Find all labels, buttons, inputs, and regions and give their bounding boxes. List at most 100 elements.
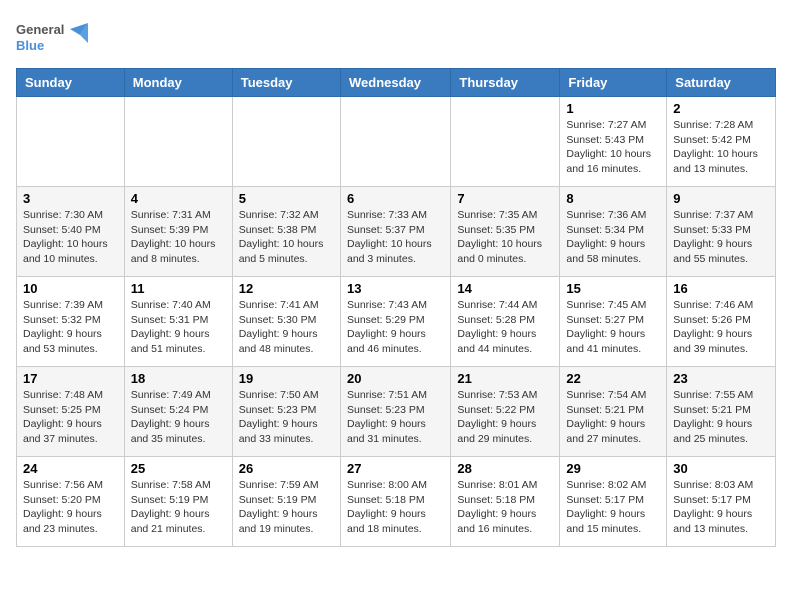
calendar-header-row: SundayMondayTuesdayWednesdayThursdayFrid… <box>17 69 776 97</box>
day-info: Sunrise: 7:51 AMSunset: 5:23 PMDaylight:… <box>347 388 444 447</box>
calendar-cell: 15Sunrise: 7:45 AMSunset: 5:27 PMDayligh… <box>560 277 667 367</box>
day-info: Sunrise: 7:28 AMSunset: 5:42 PMDaylight:… <box>673 118 769 177</box>
calendar-cell: 20 Sunrise: 7:51 AMSunset: 5:23 PMDayligh… <box>340 367 450 457</box>
logo-svg: General Blue <box>16 16 66 56</box>
day-number: 24 <box>23 461 118 476</box>
svg-text:General: General <box>16 22 64 37</box>
day-number: 3 <box>23 191 118 206</box>
calendar-cell: 12Sunrise: 7:41 AMSunset: 5:30 PMDayligh… <box>232 277 340 367</box>
day-number: 9 <box>673 191 769 206</box>
calendar-cell: 23 Sunrise: 7:55 AMSunset: 5:21 PMDayligh… <box>667 367 776 457</box>
day-number: 29 <box>566 461 660 476</box>
day-number: 23 <box>673 371 769 386</box>
day-number: 8 <box>566 191 660 206</box>
day-info: Sunrise: 7:56 AMSunset: 5:20 PMDaylight:… <box>23 478 118 537</box>
calendar-cell: 4 Sunrise: 7:31 AMSunset: 5:39 PMDaylight… <box>124 187 232 277</box>
day-info: Sunrise: 7:50 AMSunset: 5:23 PMDaylight:… <box>239 388 334 447</box>
day-info: Sunrise: 7:39 AMSunset: 5:32 PMDaylight:… <box>23 298 118 357</box>
calendar-header-sunday: Sunday <box>17 69 125 97</box>
day-number: 1 <box>566 101 660 116</box>
calendar-cell: 24 Sunrise: 7:56 AMSunset: 5:20 PMDayligh… <box>17 457 125 547</box>
day-number: 30 <box>673 461 769 476</box>
day-number: 17 <box>23 371 118 386</box>
day-info: Sunrise: 7:41 AMSunset: 5:30 PMDaylight:… <box>239 298 334 357</box>
day-number: 19 <box>239 371 334 386</box>
calendar-cell: 6 Sunrise: 7:33 AMSunset: 5:37 PMDaylight… <box>340 187 450 277</box>
calendar-cell: 17 Sunrise: 7:48 AMSunset: 5:25 PMDayligh… <box>17 367 125 457</box>
day-number: 5 <box>239 191 334 206</box>
day-info: Sunrise: 7:46 AMSunset: 5:26 PMDaylight:… <box>673 298 769 357</box>
calendar-week-row: 17 Sunrise: 7:48 AMSunset: 5:25 PMDayligh… <box>17 367 776 457</box>
day-number: 28 <box>457 461 553 476</box>
day-info: Sunrise: 7:48 AMSunset: 5:25 PMDaylight:… <box>23 388 118 447</box>
day-info: Sunrise: 7:43 AMSunset: 5:29 PMDaylight:… <box>347 298 444 357</box>
day-info: Sunrise: 7:44 AMSunset: 5:28 PMDaylight:… <box>457 298 553 357</box>
calendar-cell: 2 Sunrise: 7:28 AMSunset: 5:42 PMDaylight… <box>667 97 776 187</box>
day-number: 16 <box>673 281 769 296</box>
day-number: 4 <box>131 191 226 206</box>
day-info: Sunrise: 7:58 AMSunset: 5:19 PMDaylight:… <box>131 478 226 537</box>
calendar-header-thursday: Thursday <box>451 69 560 97</box>
day-number: 13 <box>347 281 444 296</box>
calendar-cell <box>232 97 340 187</box>
calendar-cell: 26Sunrise: 7:59 AMSunset: 5:19 PMDayligh… <box>232 457 340 547</box>
day-number: 2 <box>673 101 769 116</box>
calendar-cell: 9 Sunrise: 7:37 AMSunset: 5:33 PMDaylight… <box>667 187 776 277</box>
day-info: Sunrise: 8:03 AMSunset: 5:17 PMDaylight:… <box>673 478 769 537</box>
day-info: Sunrise: 7:30 AMSunset: 5:40 PMDaylight:… <box>23 208 118 267</box>
calendar-cell: 22 Sunrise: 7:54 AMSunset: 5:21 PMDayligh… <box>560 367 667 457</box>
day-info: Sunrise: 7:53 AMSunset: 5:22 PMDaylight:… <box>457 388 553 447</box>
calendar-cell: 29 Sunrise: 8:02 AMSunset: 5:17 PMDayligh… <box>560 457 667 547</box>
calendar-cell: 19 Sunrise: 7:50 AMSunset: 5:23 PMDayligh… <box>232 367 340 457</box>
calendar-cell: 8 Sunrise: 7:36 AMSunset: 5:34 PMDaylight… <box>560 187 667 277</box>
day-info: Sunrise: 7:35 AMSunset: 5:35 PMDaylight:… <box>457 208 553 267</box>
day-info: Sunrise: 7:40 AMSunset: 5:31 PMDaylight:… <box>131 298 226 357</box>
day-number: 15 <box>566 281 660 296</box>
day-info: Sunrise: 7:33 AMSunset: 5:37 PMDaylight:… <box>347 208 444 267</box>
day-info: Sunrise: 7:31 AMSunset: 5:39 PMDaylight:… <box>131 208 226 267</box>
calendar-cell: 7Sunrise: 7:35 AMSunset: 5:35 PMDaylight… <box>451 187 560 277</box>
day-number: 20 <box>347 371 444 386</box>
calendar-week-row: 3 Sunrise: 7:30 AMSunset: 5:40 PMDaylight… <box>17 187 776 277</box>
calendar-cell <box>17 97 125 187</box>
calendar-cell: 11 Sunrise: 7:40 AMSunset: 5:31 PMDayligh… <box>124 277 232 367</box>
calendar-cell <box>340 97 450 187</box>
day-info: Sunrise: 7:27 AMSunset: 5:43 PMDaylight:… <box>566 118 660 177</box>
day-number: 27 <box>347 461 444 476</box>
day-info: Sunrise: 7:55 AMSunset: 5:21 PMDaylight:… <box>673 388 769 447</box>
calendar-cell <box>451 97 560 187</box>
calendar-cell: 18 Sunrise: 7:49 AMSunset: 5:24 PMDayligh… <box>124 367 232 457</box>
calendar-week-row: 24 Sunrise: 7:56 AMSunset: 5:20 PMDayligh… <box>17 457 776 547</box>
calendar-header-wednesday: Wednesday <box>340 69 450 97</box>
day-info: Sunrise: 8:02 AMSunset: 5:17 PMDaylight:… <box>566 478 660 537</box>
day-info: Sunrise: 8:01 AMSunset: 5:18 PMDaylight:… <box>457 478 553 537</box>
day-number: 10 <box>23 281 118 296</box>
calendar-cell: 28 Sunrise: 8:01 AMSunset: 5:18 PMDayligh… <box>451 457 560 547</box>
svg-text:Blue: Blue <box>16 38 44 53</box>
day-info: Sunrise: 8:00 AMSunset: 5:18 PMDaylight:… <box>347 478 444 537</box>
calendar-cell: 21Sunrise: 7:53 AMSunset: 5:22 PMDayligh… <box>451 367 560 457</box>
calendar-cell: 27 Sunrise: 8:00 AMSunset: 5:18 PMDayligh… <box>340 457 450 547</box>
calendar-cell: 14 Sunrise: 7:44 AMSunset: 5:28 PMDayligh… <box>451 277 560 367</box>
day-info: Sunrise: 7:54 AMSunset: 5:21 PMDaylight:… <box>566 388 660 447</box>
day-number: 14 <box>457 281 553 296</box>
calendar-cell: 16 Sunrise: 7:46 AMSunset: 5:26 PMDayligh… <box>667 277 776 367</box>
day-number: 6 <box>347 191 444 206</box>
logo: General Blue <box>16 16 90 56</box>
day-number: 22 <box>566 371 660 386</box>
day-info: Sunrise: 7:49 AMSunset: 5:24 PMDaylight:… <box>131 388 226 447</box>
day-number: 11 <box>131 281 226 296</box>
calendar-cell: 1 Sunrise: 7:27 AMSunset: 5:43 PMDaylight… <box>560 97 667 187</box>
logo-bird-icon <box>70 21 90 51</box>
calendar-header-friday: Friday <box>560 69 667 97</box>
day-number: 18 <box>131 371 226 386</box>
calendar-week-row: 10 Sunrise: 7:39 AMSunset: 5:32 PMDayligh… <box>17 277 776 367</box>
day-info: Sunrise: 7:36 AMSunset: 5:34 PMDaylight:… <box>566 208 660 267</box>
calendar-header-monday: Monday <box>124 69 232 97</box>
day-number: 26 <box>239 461 334 476</box>
calendar-cell: 13 Sunrise: 7:43 AMSunset: 5:29 PMDayligh… <box>340 277 450 367</box>
calendar-header-saturday: Saturday <box>667 69 776 97</box>
calendar-table: SundayMondayTuesdayWednesdayThursdayFrid… <box>16 68 776 547</box>
day-info: Sunrise: 7:37 AMSunset: 5:33 PMDaylight:… <box>673 208 769 267</box>
calendar-cell: 25Sunrise: 7:58 AMSunset: 5:19 PMDayligh… <box>124 457 232 547</box>
